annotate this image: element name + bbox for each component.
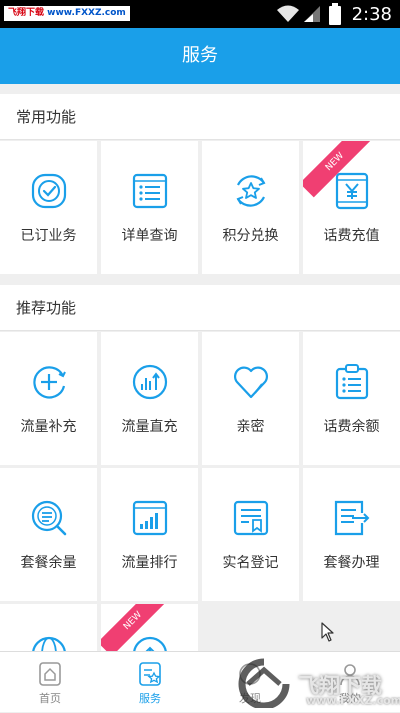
- watermark-bottom-url: www.FXXZ.com: [306, 694, 400, 707]
- page-title: 服务: [182, 45, 218, 66]
- tile-data-ranking[interactable]: 流量排行: [101, 468, 198, 601]
- tile-label: 流量直充: [121, 419, 178, 435]
- tile-label: 实名登记: [222, 555, 279, 571]
- tile-data-direct-recharge[interactable]: 流量直充: [101, 332, 198, 465]
- service-icon: [139, 662, 161, 686]
- tile-subscribed-services[interactable]: 已订业务: [0, 141, 97, 274]
- tile-real-name-registration[interactable]: 实名登记: [202, 468, 299, 601]
- mouse-cursor-icon: [321, 622, 334, 642]
- tab-service-label: 服务: [139, 692, 161, 705]
- signal-upload-icon: [132, 364, 167, 400]
- tile-data-supplement[interactable]: 流量补充: [0, 332, 97, 465]
- check-circle-icon: [31, 173, 66, 209]
- tile-label: 流量排行: [121, 555, 178, 571]
- watermark-bottom: 飞翔下载 www.FXXZ.com: [232, 656, 400, 712]
- document-arrow-icon: [334, 500, 369, 536]
- tab-service[interactable]: 服务: [100, 652, 200, 713]
- watermark-brand: 飞翔下载: [8, 8, 45, 18]
- section-title-recommended: 推荐功能: [0, 285, 400, 331]
- tile-label: 话费充值: [323, 228, 380, 244]
- section-title-common: 常用功能: [0, 94, 400, 140]
- watermark-logo-icon: [238, 658, 290, 708]
- tile-label: 套餐余量: [20, 555, 77, 571]
- magnifier-list-icon: [31, 500, 66, 536]
- list-document-icon: [132, 173, 167, 209]
- tile-label: 话费余额: [323, 419, 380, 435]
- tile-phone-recharge[interactable]: NEW 话费充值: [303, 141, 400, 274]
- tab-home[interactable]: 首页: [0, 652, 100, 713]
- bar-chart-icon: [132, 500, 167, 536]
- tile-label: 详单查询: [121, 228, 178, 244]
- tile-roaming[interactable]: [0, 604, 97, 651]
- tile-label: 流量补充: [20, 419, 77, 435]
- star-exchange-icon: [236, 175, 265, 207]
- wifi-icon: [276, 5, 299, 22]
- watermark-url: www.FXXZ.com: [47, 8, 126, 18]
- tile-package-remaining[interactable]: 套餐余量: [0, 468, 97, 601]
- status-time: 2:38: [351, 3, 392, 25]
- tile-bill-details[interactable]: 详单查询: [101, 141, 198, 274]
- tile-balance[interactable]: 话费余额: [303, 332, 400, 465]
- tile-upload[interactable]: NEW: [101, 604, 198, 651]
- upload-circle-icon: [132, 636, 167, 651]
- tile-label: 已订业务: [20, 228, 77, 244]
- status-bar: 飞翔下载 www.FXXZ.com 2:38: [0, 0, 400, 28]
- clipboard-icon: [335, 364, 368, 400]
- home-icon: [39, 662, 61, 686]
- status-icons: 2:38: [276, 0, 400, 28]
- heart-icon: [233, 366, 268, 399]
- battery-icon: [328, 3, 341, 25]
- signal-icon: [303, 6, 320, 22]
- page-header: 服务: [0, 28, 400, 84]
- tile-label: 套餐办理: [323, 555, 380, 571]
- globe-icon: [31, 636, 66, 651]
- tile-points-exchange[interactable]: 积分兑换: [202, 141, 299, 274]
- tile-intimate[interactable]: 亲密: [202, 332, 299, 465]
- tab-home-label: 首页: [39, 692, 61, 705]
- tile-label: 积分兑换: [222, 228, 279, 244]
- tile-package-handling[interactable]: 套餐办理: [303, 468, 400, 601]
- yuan-card-icon: [335, 172, 368, 210]
- watermark-top: 飞翔下载 www.FXXZ.com: [4, 6, 130, 21]
- plus-circle-icon: [32, 366, 66, 399]
- document-bookmark-icon: [233, 500, 268, 536]
- tile-label: 亲密: [236, 419, 265, 435]
